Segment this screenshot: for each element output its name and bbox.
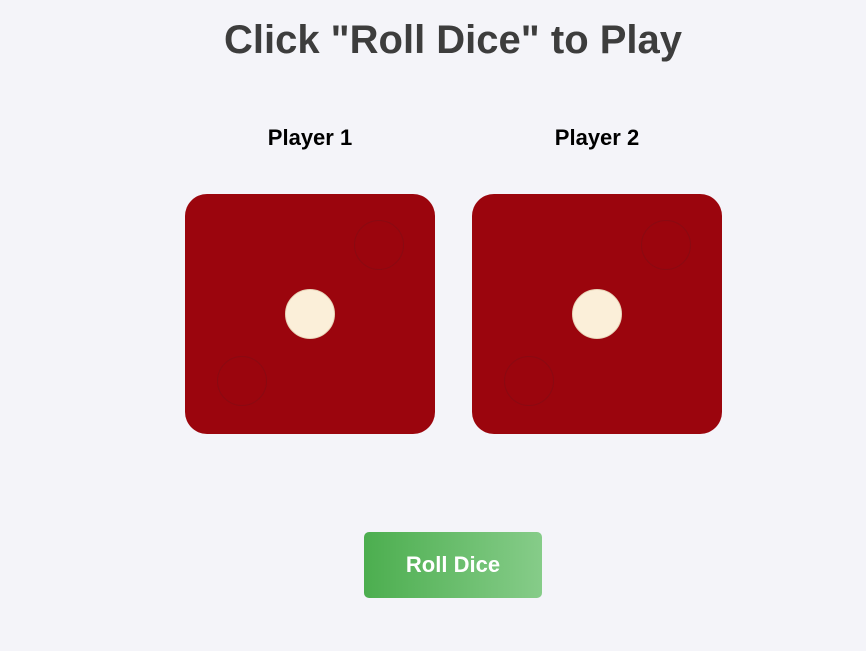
die-pip-hidden: [217, 356, 267, 406]
player-1-panel: Player 1: [185, 124, 435, 434]
die-pip-center: [285, 289, 335, 339]
player-2-panel: Player 2: [472, 124, 722, 434]
player-1-label: Player 1: [267, 125, 353, 150]
die-pip-hidden: [641, 220, 691, 270]
die-pip-hidden: [504, 356, 554, 406]
page-title: Click "Roll Dice" to Play: [223, 18, 683, 62]
die-pip-hidden: [354, 220, 404, 270]
player-2-label: Player 2: [554, 125, 640, 150]
player-2-die: [472, 194, 722, 434]
die-pip-center: [572, 289, 622, 339]
game-page: Click "Roll Dice" to Play Player 1 Playe…: [0, 0, 866, 651]
roll-dice-button[interactable]: Roll Dice: [364, 532, 542, 598]
player-1-die: [185, 194, 435, 434]
